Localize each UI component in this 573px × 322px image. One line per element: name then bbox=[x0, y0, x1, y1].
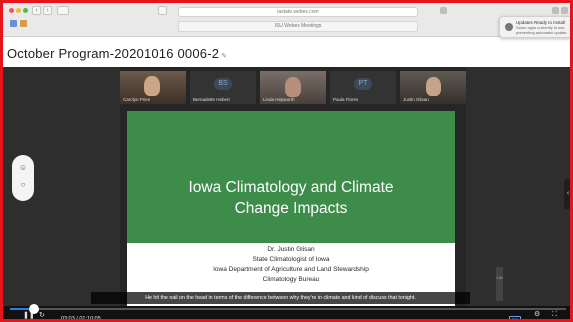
edit-icon[interactable]: ✎ bbox=[221, 52, 227, 60]
screenshot-frame: ‹ › iastate.webex.com ISU Webex Meetings… bbox=[0, 0, 573, 322]
closed-caption: He hit the nail on the head in terms of … bbox=[91, 292, 470, 304]
slide-credit-line: Iowa Department of Agriculture and Land … bbox=[213, 266, 369, 273]
tab-active[interactable]: ISU Webex Meetings bbox=[178, 21, 418, 32]
participant-gallery: Carolyn Pries BS Bernadette Hebert Linda… bbox=[120, 71, 466, 104]
app-update-icon bbox=[505, 23, 513, 31]
page-title: October Program-20201016 0006-2 ✎ bbox=[7, 46, 227, 61]
back-icon[interactable]: ‹ bbox=[32, 6, 41, 15]
slide-presenter: Dr. Justin Glisan bbox=[267, 246, 315, 253]
participant-name: Linda Hepworth bbox=[263, 97, 295, 102]
sidebar-toggle-icon[interactable] bbox=[57, 6, 69, 15]
address-text: iastate.webex.com bbox=[277, 9, 319, 15]
update-notification[interactable]: Updates Ready to Install Some apps curre… bbox=[499, 16, 570, 38]
slide-title-panel: Iowa Climatology and Climate Change Impa… bbox=[127, 111, 455, 243]
page-title-text: October Program-20201016 0006-2 bbox=[7, 46, 220, 61]
shared-slide: Iowa Climatology and Climate Change Impa… bbox=[127, 111, 455, 306]
maximize-window-button[interactable] bbox=[23, 8, 28, 13]
participant-initials: PT bbox=[354, 78, 372, 90]
participants-icon[interactable]: ☺ bbox=[12, 163, 34, 172]
extension-icon[interactable] bbox=[10, 20, 17, 27]
participant-tile: Linda Hepworth bbox=[260, 71, 326, 104]
current-time: 03:03 bbox=[61, 316, 75, 322]
participant-name: Justin Glisan bbox=[403, 97, 429, 102]
slide-credit-line: Climatology Bureau bbox=[262, 276, 320, 283]
participant-name: Carolyn Pries bbox=[123, 97, 151, 102]
tabs-overview-icon[interactable] bbox=[561, 7, 568, 14]
video-player[interactable]: Carolyn Pries BS Bernadette Hebert Linda… bbox=[3, 67, 570, 322]
fullscreen-icon[interactable]: ⛶ bbox=[552, 311, 557, 319]
close-window-button[interactable] bbox=[9, 8, 14, 13]
expand-panel-handle[interactable]: ‹ bbox=[564, 179, 570, 209]
playback-speed-slider[interactable] bbox=[496, 267, 503, 301]
participant-name: Bernadette Hebert bbox=[193, 97, 230, 102]
playback-speed-label: 1.0x bbox=[496, 276, 503, 280]
slide-title: Iowa Climatology and Climate Change Impa… bbox=[127, 177, 455, 219]
address-bar[interactable]: iastate.webex.com bbox=[178, 7, 418, 17]
participant-tile: PT Paula Flores bbox=[330, 71, 396, 104]
slide-title-line: Iowa Climatology and Climate bbox=[188, 179, 394, 196]
share-icon[interactable] bbox=[552, 7, 559, 14]
minimize-window-button[interactable] bbox=[16, 8, 21, 13]
time-display: 03:03 / 01:10:05 bbox=[61, 316, 101, 322]
chat-icon[interactable]: ○ bbox=[12, 180, 34, 189]
participant-face bbox=[144, 76, 160, 96]
progress-track[interactable] bbox=[10, 304, 566, 314]
forward-icon[interactable]: › bbox=[43, 6, 52, 15]
participant-tile: BS Bernadette Hebert bbox=[190, 71, 256, 104]
side-action-panel: ☺ ○ bbox=[12, 155, 34, 201]
browser-toolbar: ‹ › iastate.webex.com ISU Webex Meetings bbox=[3, 3, 570, 37]
slide-credit-line: State Climatologist of Iowa bbox=[252, 256, 330, 263]
notification-body: Some apps currently in use, preventing a… bbox=[516, 25, 568, 35]
participant-tile: Carolyn Pries bbox=[120, 71, 186, 104]
participant-face bbox=[426, 77, 441, 96]
duration: 01:10:05 bbox=[79, 316, 101, 322]
slide-credits: Dr. Justin Glisan State Climatologist of… bbox=[127, 245, 455, 285]
participant-initials: BS bbox=[214, 78, 232, 90]
slide-title-line: Change Impacts bbox=[234, 200, 348, 217]
captions-button[interactable]: CC bbox=[509, 316, 521, 319]
skip-forward-icon[interactable]: ↻ bbox=[39, 312, 45, 319]
participant-face bbox=[285, 77, 301, 97]
bookmark-icon[interactable] bbox=[20, 20, 27, 27]
participant-tile: Justin Glisan bbox=[400, 71, 466, 104]
reload-icon[interactable] bbox=[440, 7, 447, 14]
privacy-shield-icon[interactable] bbox=[158, 6, 167, 15]
tab-title: ISU Webex Meetings bbox=[274, 23, 322, 29]
recording-header: October Program-20201016 0006-2 ✎ bbox=[3, 37, 570, 67]
settings-icon[interactable]: ⚙ bbox=[534, 311, 540, 319]
video-background-right bbox=[466, 67, 570, 307]
scrub-handle[interactable] bbox=[29, 304, 40, 314]
participant-name: Paula Flores bbox=[333, 97, 359, 102]
